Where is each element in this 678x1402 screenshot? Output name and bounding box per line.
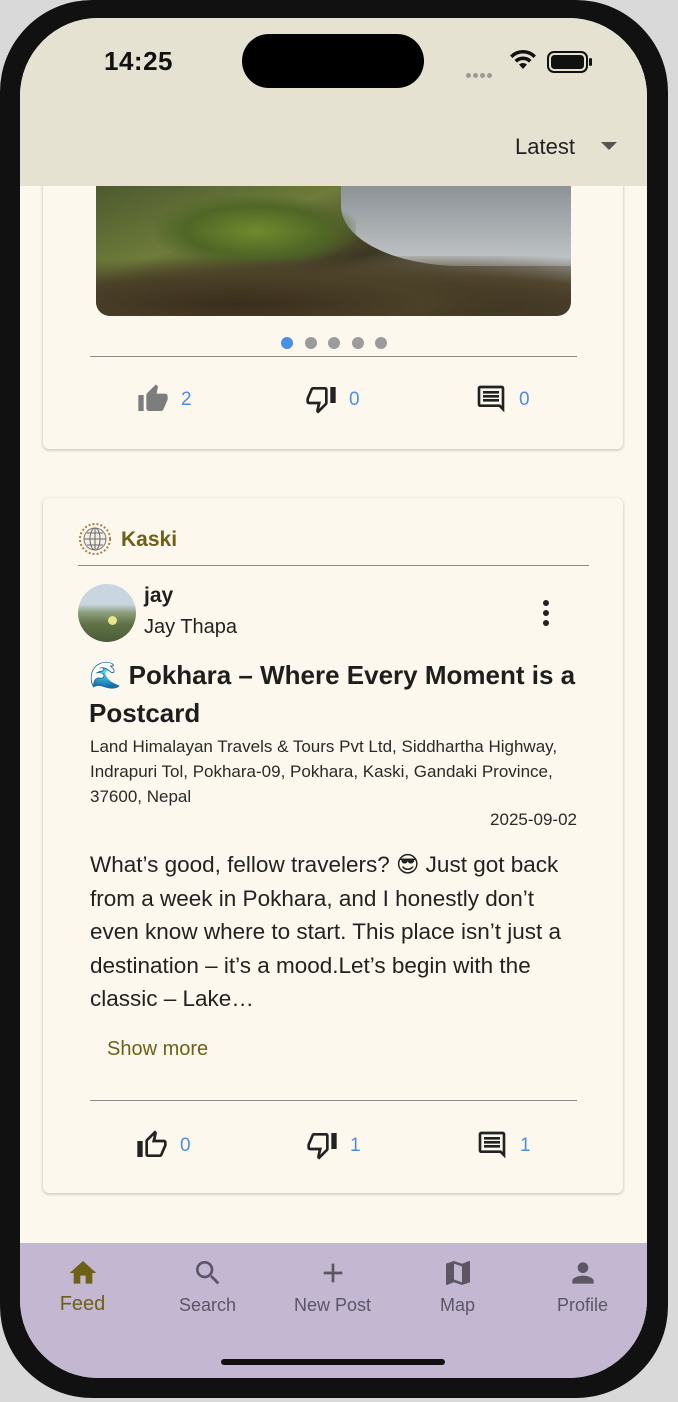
nav-label: Map [439, 1295, 475, 1315]
carousel-dot[interactable] [328, 337, 340, 349]
map-icon [445, 1261, 470, 1285]
comment-count: 1 [520, 1135, 531, 1156]
wifi-icon [510, 49, 536, 69]
status-time: 14:25 [104, 46, 173, 76]
post-location: Land Himalayan Travels & Tours Pvt Ltd, … [90, 737, 558, 806]
dynamic-island [242, 34, 424, 88]
carousel-dot[interactable] [351, 337, 364, 349]
nav-label: Feed [59, 1293, 106, 1315]
carousel-dot[interactable] [375, 337, 387, 349]
carousel-dot[interactable] [281, 337, 293, 349]
avatar[interactable] [78, 584, 136, 642]
battery-icon [547, 51, 592, 73]
region-name: Kaski [121, 528, 178, 551]
nav-label: Search [178, 1295, 237, 1315]
divider [90, 356, 577, 357]
sort-dropdown[interactable]: Latest [497, 130, 647, 170]
person-icon [571, 1262, 594, 1284]
username[interactable]: jay [144, 584, 237, 608]
user-full-name: Jay Thapa [144, 616, 238, 638]
post-image[interactable] [96, 186, 571, 316]
post-body: What’s good, fellow travelers? 😎 Just go… [90, 852, 562, 1012]
comment-count: 0 [519, 389, 530, 410]
show-more-button[interactable]: Show more [107, 1038, 208, 1061]
more-options-icon[interactable] [543, 600, 549, 630]
app-header: 14:25 Latest [20, 18, 647, 186]
sort-label: Latest [515, 134, 575, 159]
nav-search[interactable]: Search [145, 1257, 270, 1316]
carousel-indicator [281, 336, 399, 354]
nav-feed[interactable]: Feed [20, 1257, 145, 1316]
post-card: 2 0 0 [43, 186, 623, 449]
thumbs-down-outline-icon [307, 1133, 337, 1160]
screen: 14:25 Latest 2 0 0 Kaski jay Jay Thapa 🌊… [20, 18, 647, 1378]
thumbs-up-outline-icon [137, 1130, 167, 1157]
plus-icon [323, 1263, 342, 1283]
comment-icon [478, 1131, 506, 1159]
home-icon [69, 1261, 96, 1284]
dislike-count: 1 [350, 1135, 361, 1156]
thumbs-up-filled-icon [138, 384, 168, 411]
chevron-down-icon [601, 142, 617, 150]
thumbs-down-outline-icon [306, 387, 336, 414]
search-icon [195, 1261, 219, 1285]
nav-label: Profile [556, 1295, 609, 1315]
bottom-navigation: Feed Search New Post Map Profile [20, 1243, 647, 1378]
like-count: 2 [181, 389, 192, 410]
region-emblem-icon [79, 523, 111, 555]
post-date: 2025-09-02 [490, 810, 577, 829]
comment-icon [477, 385, 505, 413]
post-actions: 0 1 1 [43, 1125, 623, 1169]
post-card: Kaski jay Jay Thapa 🌊 Pokhara – Where Ev… [43, 498, 623, 1193]
home-indicator [221, 1359, 445, 1365]
nav-profile[interactable]: Profile [520, 1257, 645, 1316]
post-title: 🌊 Pokhara – Where Every Moment is a Post… [89, 660, 576, 728]
post-actions: 2 0 0 [43, 379, 623, 423]
divider [78, 565, 589, 566]
carousel-dot[interactable] [304, 337, 317, 349]
nav-new-post[interactable]: New Post [270, 1257, 395, 1316]
cellular-icon [466, 65, 494, 83]
like-count: 0 [180, 1135, 191, 1156]
feed-list[interactable]: 2 0 0 Kaski jay Jay Thapa 🌊 Pokhara – Wh… [20, 186, 647, 1243]
phone-frame: 14:25 Latest 2 0 0 Kaski jay Jay Thapa 🌊… [0, 0, 668, 1398]
user-info: jay Jay Thapa [144, 584, 237, 639]
nav-map[interactable]: Map [395, 1257, 520, 1316]
dislike-count: 0 [349, 389, 360, 410]
nav-label: New Post [293, 1295, 372, 1315]
divider [90, 1100, 577, 1101]
